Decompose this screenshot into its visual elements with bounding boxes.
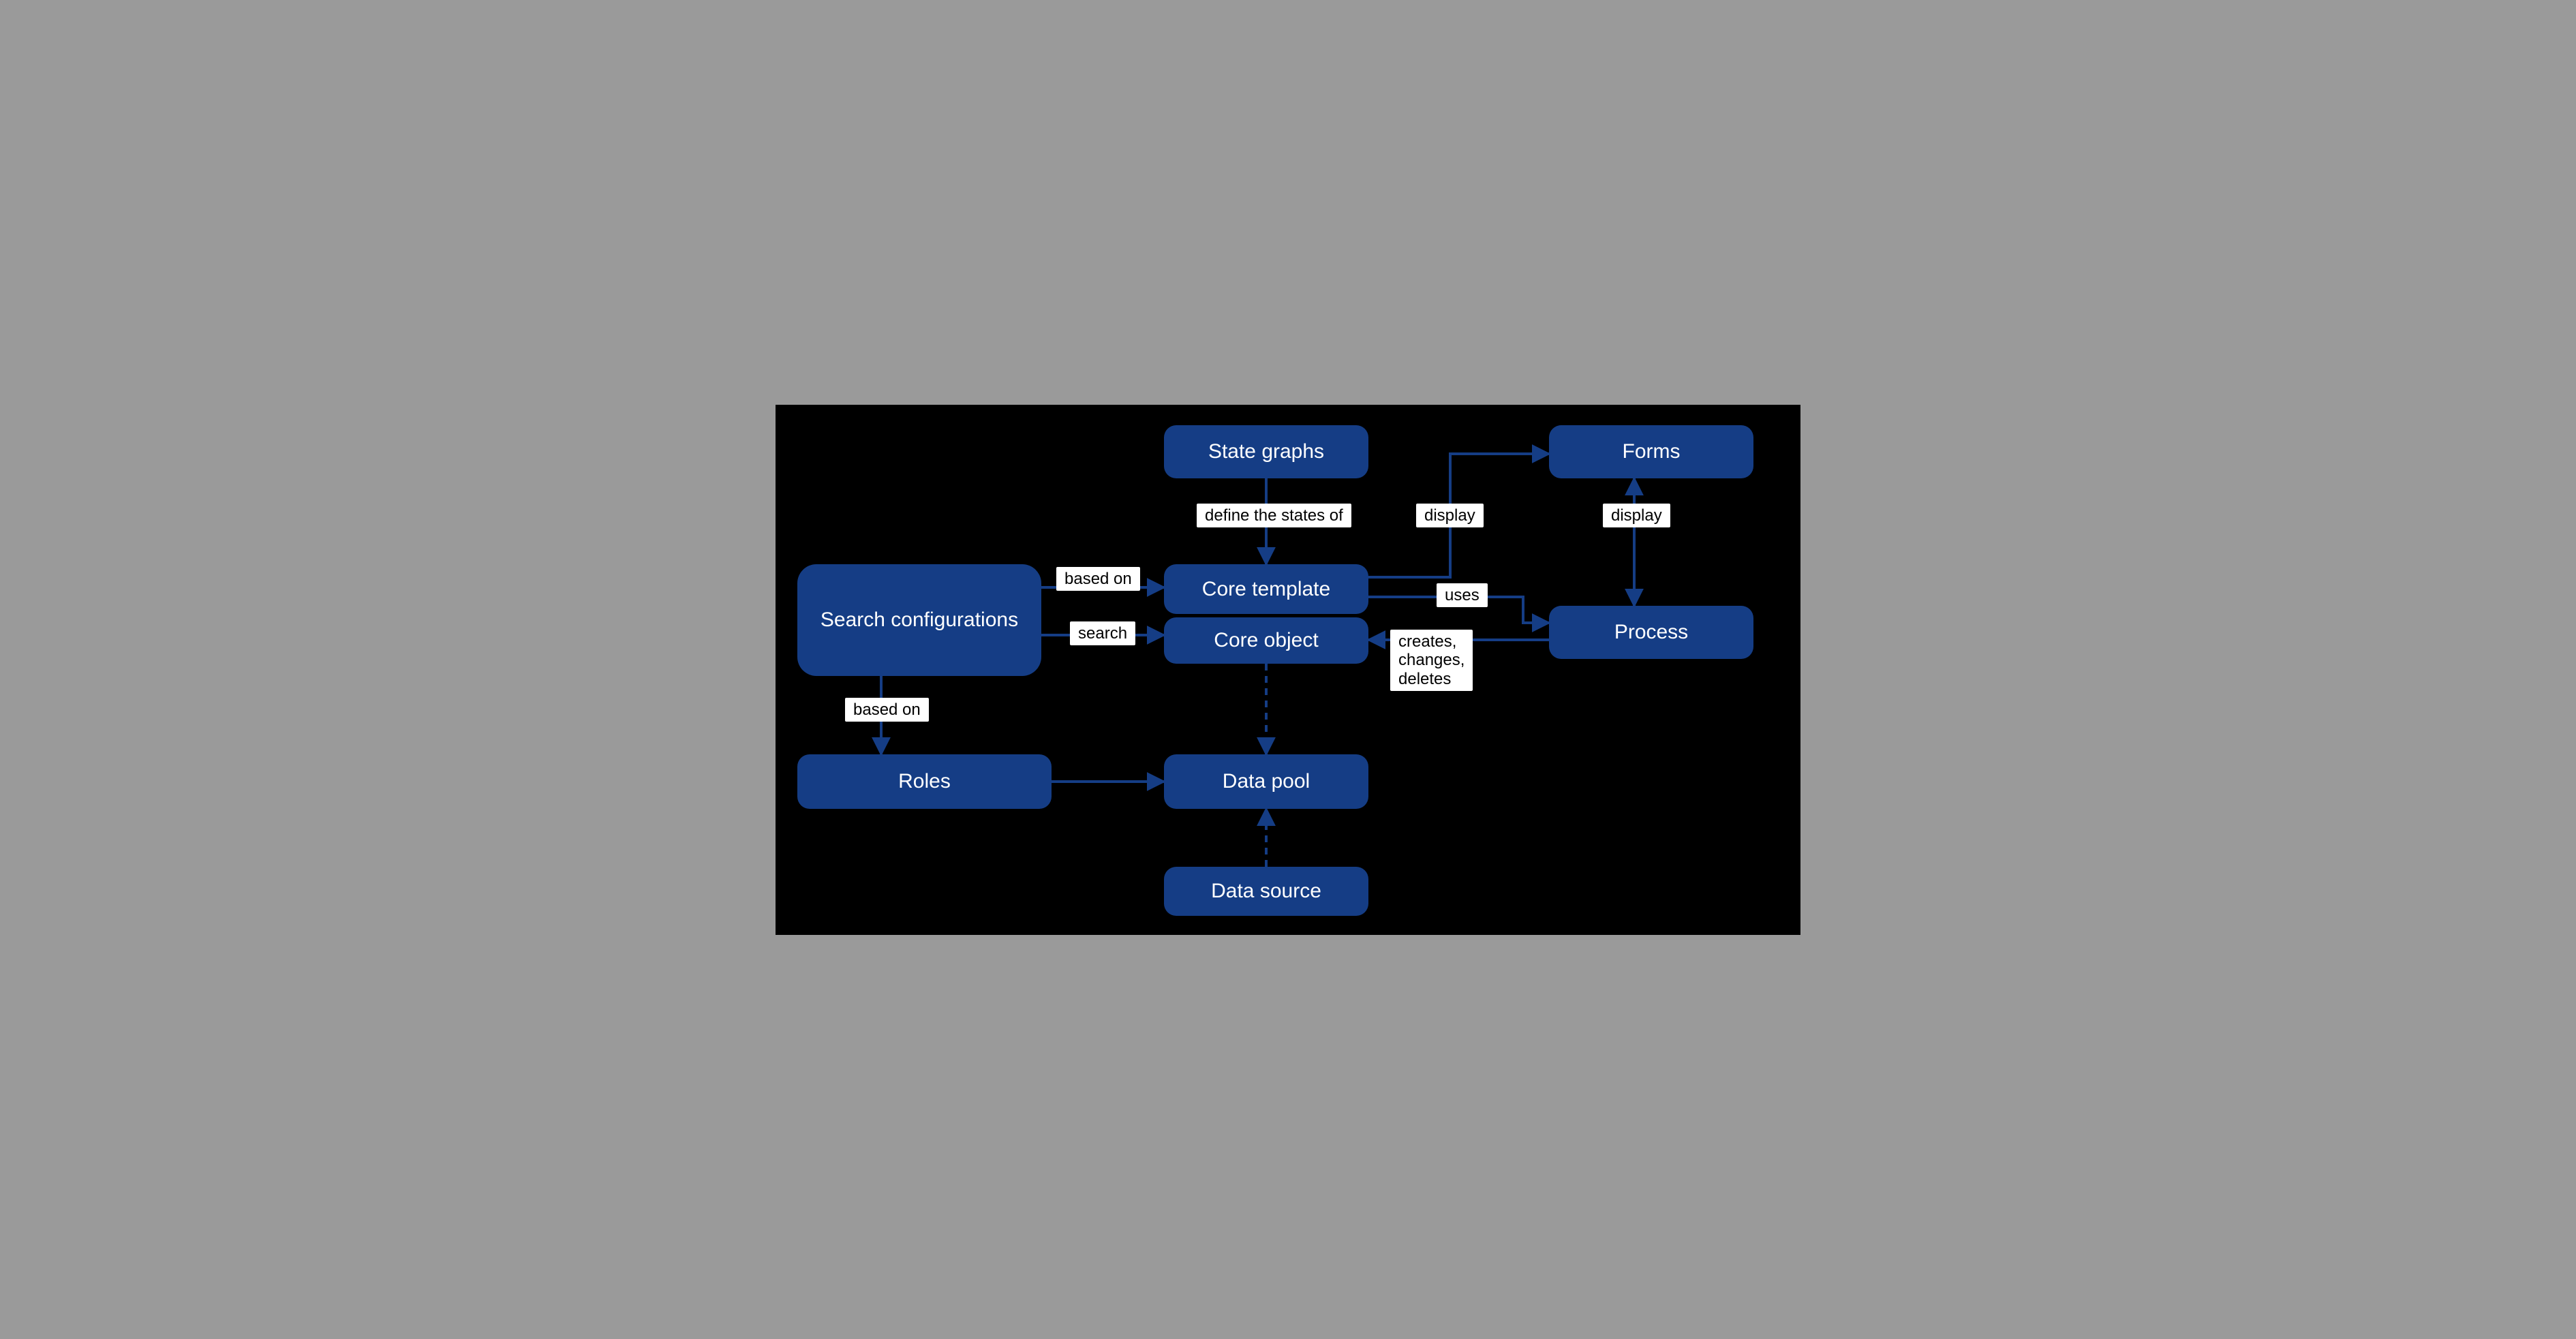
node-data-source: Data source (1164, 867, 1368, 916)
node-core-object: Core object (1164, 617, 1368, 664)
node-label: Core object (1214, 629, 1318, 651)
edge-label-based-on-roles: based on (845, 698, 929, 722)
node-core-template: Core template (1164, 564, 1368, 614)
node-label: Search configurations (821, 609, 1018, 631)
node-label: Data pool (1223, 770, 1310, 792)
edge-label-uses: uses (1437, 583, 1488, 608)
node-label: State graphs (1208, 440, 1324, 463)
node-search-configurations: Search configurations (797, 564, 1041, 676)
edge-label-display-process-forms: display (1603, 504, 1670, 528)
node-process: Process (1549, 606, 1753, 659)
node-label: Process (1614, 621, 1688, 643)
edge-label-search: search (1070, 621, 1135, 646)
node-label: Core template (1202, 578, 1330, 600)
node-roles: Roles (797, 754, 1052, 809)
diagram-frame: State graphs Forms Search configurations… (773, 402, 1803, 938)
node-forms: Forms (1549, 425, 1753, 478)
node-label: Roles (898, 770, 951, 792)
diagram-canvas: State graphs Forms Search configurations… (776, 405, 1800, 935)
edge-label-creates-changes-deletes: creates, changes, deletes (1390, 630, 1473, 692)
edge-label-define-states: define the states of (1197, 504, 1351, 528)
edge-label-display-template-forms: display (1416, 504, 1484, 528)
edge-label-based-on-top: based on (1056, 567, 1140, 591)
node-state-graphs: State graphs (1164, 425, 1368, 478)
node-label: Forms (1623, 440, 1681, 463)
node-label: Data source (1211, 880, 1321, 902)
node-data-pool: Data pool (1164, 754, 1368, 809)
